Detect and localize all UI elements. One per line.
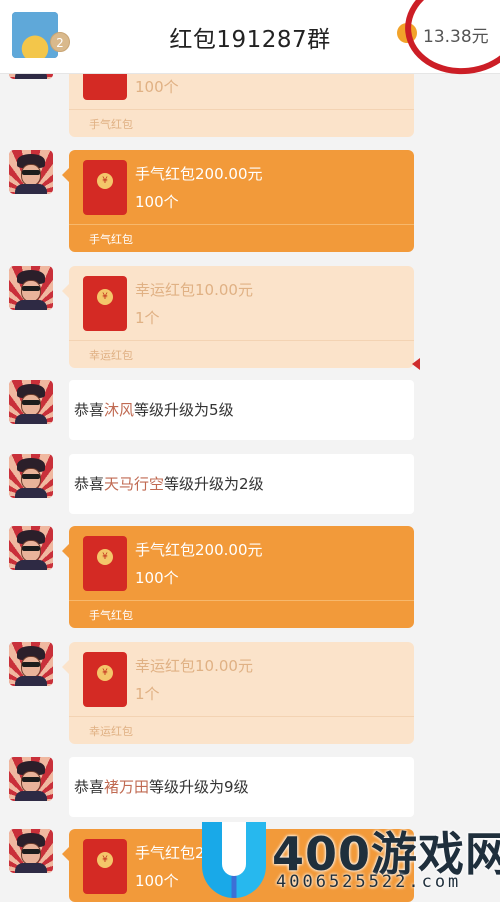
red-packet-bubble[interactable]: ¥ 幸运红包10.00元 1个 幸运红包 xyxy=(62,266,414,368)
sender-avatar[interactable] xyxy=(9,150,53,194)
red-envelope-icon: ¥ xyxy=(83,276,127,331)
watermark-logo xyxy=(202,822,266,898)
notice-suffix: 等级升级为2级 xyxy=(164,475,264,493)
watermark-url: 4006525522.com xyxy=(276,872,462,892)
red-packet-type: 手气红包 xyxy=(89,609,133,622)
red-packet-type: 幸运红包 xyxy=(89,725,133,738)
notice-username[interactable]: 天马行空 xyxy=(104,475,164,493)
sender-avatar[interactable] xyxy=(9,380,53,424)
notice-username[interactable]: 沐风 xyxy=(104,401,134,419)
chat-header: 2 红包191287群 13.38元 xyxy=(0,0,500,80)
red-annotation-circle xyxy=(400,0,500,80)
level-up-notice: 恭喜沐风等级升级为5级 xyxy=(69,380,414,440)
red-packet-title: 幸运红包10.00元 xyxy=(135,281,253,299)
sender-avatar[interactable] xyxy=(9,266,53,310)
red-packet-count: 1个 xyxy=(135,685,160,703)
sender-avatar[interactable] xyxy=(9,757,53,801)
notice-username[interactable]: 褚万田 xyxy=(104,778,149,796)
sender-avatar[interactable] xyxy=(9,829,53,873)
notice-prefix: 恭喜 xyxy=(74,401,105,419)
red-packet-bubble[interactable]: ¥ 幸运红包10.00元 1个 幸运红包 xyxy=(62,642,414,744)
notice-suffix: 等级升级为9级 xyxy=(149,778,249,796)
level-up-notice: 恭喜褚万田等级升级为9级 xyxy=(69,757,414,817)
red-packet-title: 手气红包200.00元 xyxy=(135,165,263,183)
red-packet-bubble[interactable]: ¥ 手气红包200.00元 100个 手气红包 xyxy=(62,526,414,628)
divider xyxy=(69,600,414,601)
divider xyxy=(69,109,414,110)
red-packet-bubble[interactable]: ¥ 手气红包200.00元 100个 手气红包 xyxy=(62,150,414,252)
red-envelope-icon: ¥ xyxy=(83,536,127,591)
red-packet-type: 手气红包 xyxy=(89,118,133,131)
notice-prefix: 恭喜 xyxy=(74,778,105,796)
red-packet-type: 手气红包 xyxy=(89,233,133,246)
sender-avatar[interactable] xyxy=(9,642,53,686)
red-packet-count: 100个 xyxy=(135,78,179,96)
notice-prefix: 恭喜 xyxy=(74,475,105,493)
sender-avatar[interactable] xyxy=(9,526,53,570)
divider xyxy=(69,716,414,717)
red-packet-count: 100个 xyxy=(135,193,179,211)
red-envelope-icon: ¥ xyxy=(83,160,127,215)
red-packet-title: 手气红包200.00元 xyxy=(135,541,263,559)
red-packet-type: 幸运红包 xyxy=(89,349,133,362)
red-packet-count: 1个 xyxy=(135,309,160,327)
level-up-notice: 恭喜天马行空等级升级为2级 xyxy=(69,454,414,514)
divider xyxy=(69,224,414,225)
scroll-marker-arrow xyxy=(412,358,420,370)
red-envelope-icon: ¥ xyxy=(83,839,127,894)
red-packet-count: 100个 xyxy=(135,872,179,890)
red-envelope-icon: ¥ xyxy=(83,652,127,707)
divider xyxy=(69,340,414,341)
sender-avatar[interactable] xyxy=(9,454,53,498)
red-packet-title: 幸运红包10.00元 xyxy=(135,657,253,675)
red-packet-count: 100个 xyxy=(135,569,179,587)
notice-suffix: 等级升级为5级 xyxy=(134,401,234,419)
